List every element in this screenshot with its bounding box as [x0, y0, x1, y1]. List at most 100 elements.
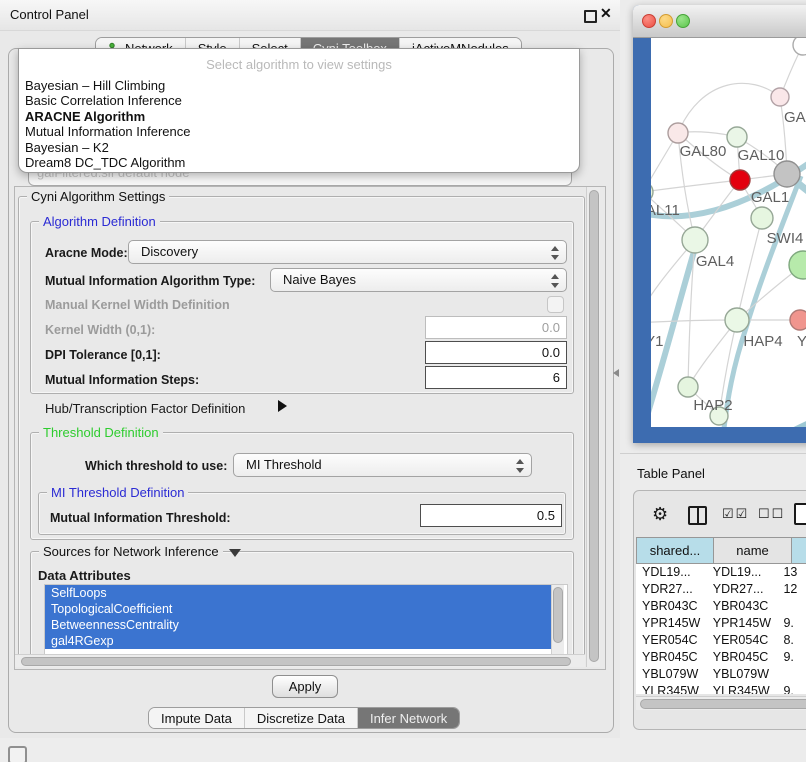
table-cell: YDR27... — [707, 581, 778, 598]
network-node[interactable] — [730, 170, 750, 190]
table-cell: YPR145W — [707, 615, 778, 632]
algorithm-option[interactable]: ARACNE Algorithm — [23, 109, 575, 124]
table-row[interactable]: YDR27...YDR27...12 — [636, 581, 806, 598]
list-scrollbar[interactable] — [551, 585, 564, 655]
group-title: Threshold Definition — [39, 425, 163, 440]
network-node[interactable] — [774, 161, 800, 187]
settings-horizontal-scrollbar[interactable] — [15, 654, 585, 667]
which-threshold-value: MI Threshold — [246, 457, 322, 472]
group-title: Cyni Algorithm Settings — [27, 189, 169, 204]
close-traffic-light[interactable] — [642, 14, 656, 28]
attribute-list-item[interactable]: SelfLoops — [45, 585, 553, 601]
apply-button[interactable]: Apply — [272, 675, 338, 698]
attribute-list-item[interactable]: TopologicalCoefficient — [45, 601, 553, 617]
network-node-label: GAL11 — [651, 202, 680, 219]
network-graph[interactable]: GALGAL80GAL10GAL1GAL11SWI4GAL4GCY1HAP4YH… — [651, 38, 806, 427]
settings-vertical-scrollbar[interactable] — [586, 187, 600, 667]
algorithm-option[interactable]: Mutual Information Inference — [23, 124, 575, 139]
table-row[interactable]: YBR043CYBR043C — [636, 598, 806, 615]
table-row[interactable]: YDL19...YDL19...13 — [636, 564, 806, 581]
mi-type-select[interactable]: Naive Bayes — [270, 268, 567, 292]
attribute-list-item[interactable]: BetweennessCentrality — [45, 617, 553, 633]
combo-arrows-icon — [551, 245, 559, 261]
mi-type-label: Mutual Information Algorithm Type: — [45, 274, 255, 288]
kernel-width-field[interactable]: 0.0 — [425, 316, 567, 339]
aracne-mode-select[interactable]: Discovery — [128, 240, 567, 264]
network-node[interactable] — [725, 308, 749, 332]
network-edge — [737, 218, 762, 320]
table-cell: YER054C — [636, 632, 707, 649]
network-node[interactable] — [751, 207, 773, 229]
algorithm-option[interactable]: Bayesian – Hill Climbing — [23, 78, 575, 93]
control-panel-window: Control Panel ✕ Network Style Select Cyn… — [0, 0, 621, 738]
table-row[interactable]: YPR145WYPR145W9. — [636, 615, 806, 632]
data-attributes-list[interactable]: SelfLoopsTopologicalCoefficientBetweenne… — [44, 584, 568, 658]
table-panel-window: ⚙ ☑☑ ☐☐ shared...nameA YDL19...YDL19...1… — [633, 490, 806, 730]
bottom-tabstrip: Impute Data Discretize Data Infer Networ… — [148, 707, 460, 729]
mi-threshold-field[interactable]: 0.5 — [420, 504, 562, 527]
expand-right-icon[interactable] — [278, 400, 287, 412]
column-header[interactable]: A — [792, 537, 806, 564]
algorithm-option[interactable]: Basic Correlation Inference — [23, 93, 575, 108]
kernel-width-label: Kernel Width (0,1): — [45, 323, 155, 337]
network-view-window: GALGAL80GAL10GAL1GAL11SWI4GAL4GCY1HAP4YH… — [633, 5, 806, 443]
network-edge — [651, 180, 740, 192]
column-header[interactable]: shared... — [636, 537, 714, 564]
table-cell — [777, 598, 806, 615]
gear-icon[interactable]: ⚙ — [652, 504, 668, 525]
table-row[interactable]: YER054CYER054C8. — [636, 632, 806, 649]
combo-arrows-icon — [551, 273, 559, 289]
collapse-down-icon[interactable] — [229, 549, 241, 557]
network-node[interactable] — [668, 123, 688, 143]
table-row[interactable]: YBR045CYBR045C9. — [636, 649, 806, 666]
float-window-icon[interactable] — [584, 10, 597, 23]
table-header-row: shared...nameA — [636, 537, 806, 564]
table-cell: YBL079W — [707, 666, 778, 683]
show-columns-icon[interactable]: ☑☑ — [722, 506, 749, 522]
close-icon[interactable]: ✕ — [600, 5, 612, 22]
network-node[interactable] — [790, 310, 806, 330]
network-node[interactable] — [789, 251, 806, 279]
network-node-label: HAP2 — [693, 397, 732, 414]
aracne-mode-label: Aracne Mode: — [45, 246, 128, 260]
algorithm-option[interactable]: Dream8 DC_TDC Algorithm — [23, 155, 575, 170]
network-node[interactable] — [793, 38, 806, 55]
export-table-icon[interactable] — [794, 503, 806, 525]
column-header[interactable]: name — [714, 537, 792, 564]
algorithm-dropdown-popup: Select algorithm to view settings Bayesi… — [18, 48, 580, 173]
tab-impute-data[interactable]: Impute Data — [149, 708, 245, 728]
algorithm-option[interactable]: Bayesian – K2 — [23, 140, 575, 155]
network-node[interactable] — [682, 227, 708, 253]
mi-steps-field[interactable]: 6 — [425, 366, 567, 389]
network-node[interactable] — [771, 88, 789, 106]
which-threshold-select[interactable]: MI Threshold — [233, 453, 532, 477]
attribute-list-item[interactable]: gal4RGexp — [45, 633, 553, 649]
control-panel-titlebar — [0, 0, 620, 31]
panel-divider — [620, 453, 806, 454]
table-row[interactable]: YBL079WYBL079W — [636, 666, 806, 683]
table-body: YDL19...YDL19...13YDR27...YDR27...12YBR0… — [636, 564, 806, 694]
hub-definition-label[interactable]: Hub/Transcription Factor Definition — [45, 401, 245, 416]
manual-kernel-checkbox[interactable] — [547, 296, 564, 313]
network-node[interactable] — [727, 127, 747, 147]
data-attributes-label: Data Attributes — [38, 568, 131, 583]
panel-collapse-arrow-icon[interactable] — [613, 369, 619, 377]
tab-discretize-data[interactable]: Discretize Data — [245, 708, 358, 728]
manual-kernel-label: Manual Kernel Width Definition — [45, 298, 230, 312]
table-cell: 13 — [777, 564, 806, 581]
hide-columns-icon[interactable]: ☐☐ — [758, 506, 785, 522]
columns-icon[interactable] — [688, 506, 707, 525]
zoom-traffic-light[interactable] — [676, 14, 690, 28]
minimize-traffic-light[interactable] — [659, 14, 673, 28]
tab-infer-network[interactable]: Infer Network — [358, 708, 459, 728]
network-node[interactable] — [678, 377, 698, 397]
network-node-label: GAL1 — [751, 189, 789, 206]
table-row[interactable]: YLR345WYLR345W9. — [636, 683, 806, 694]
dpi-tolerance-field[interactable]: 0.0 — [425, 341, 567, 364]
algorithm-options-list: Bayesian – Hill ClimbingBasic Correlatio… — [23, 78, 575, 170]
network-canvas[interactable]: GALGAL80GAL10GAL1GAL11SWI4GAL4GCY1HAP4YH… — [651, 38, 806, 427]
table-horizontal-scrollbar[interactable] — [636, 696, 806, 710]
network-edge — [751, 410, 806, 427]
dock-panel-icon[interactable] — [8, 746, 27, 762]
group-title: Algorithm Definition — [39, 214, 160, 229]
